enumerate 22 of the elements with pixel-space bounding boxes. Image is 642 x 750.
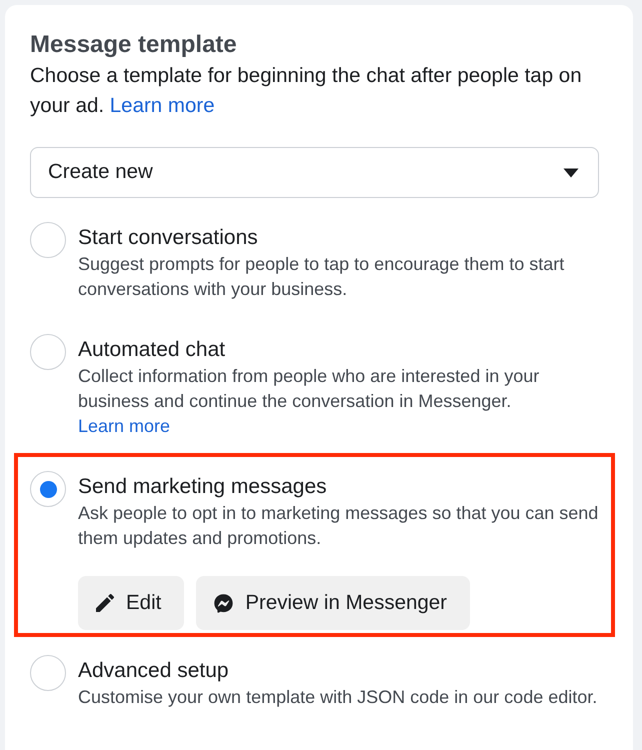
option-label: Automated chat (78, 337, 226, 363)
option-label: Send marketing messages (78, 474, 327, 500)
pencil-icon (96, 594, 114, 612)
learn-more-link[interactable]: Learn more (110, 94, 215, 117)
section-title: Message template (30, 30, 237, 60)
radio-button[interactable] (30, 334, 66, 370)
learn-more-link[interactable]: Learn more (78, 416, 170, 436)
edit-button[interactable]: Edit (78, 576, 184, 630)
option-label: Advanced setup (78, 658, 229, 684)
option-description: Collect information from people who are interested in your business and continue the conversation in Messenger. Learn more (78, 365, 540, 438)
section-description: Choose a template for beginning the chat after people tap on your ad. Learn more (30, 63, 583, 119)
radio-button[interactable] (30, 222, 66, 258)
chat-bubble-icon (214, 594, 234, 612)
option-description: Suggest prompts for people to tap to encourage them to start conversations with your business. (78, 253, 566, 301)
radio-button[interactable] (30, 471, 66, 507)
caret-icon (563, 168, 579, 178)
option-description: Customise your own template with JSON code in our code editor. (78, 686, 598, 709)
radio-button[interactable] (30, 655, 66, 691)
template-dropdown[interactable]: Create new (30, 147, 599, 198)
option-description: Ask people to opt in to marketing messages so that you can send them updates and promotions. (78, 502, 600, 550)
preview-button[interactable]: Preview in Messenger (196, 576, 470, 630)
option-label: Start conversations (78, 225, 258, 251)
